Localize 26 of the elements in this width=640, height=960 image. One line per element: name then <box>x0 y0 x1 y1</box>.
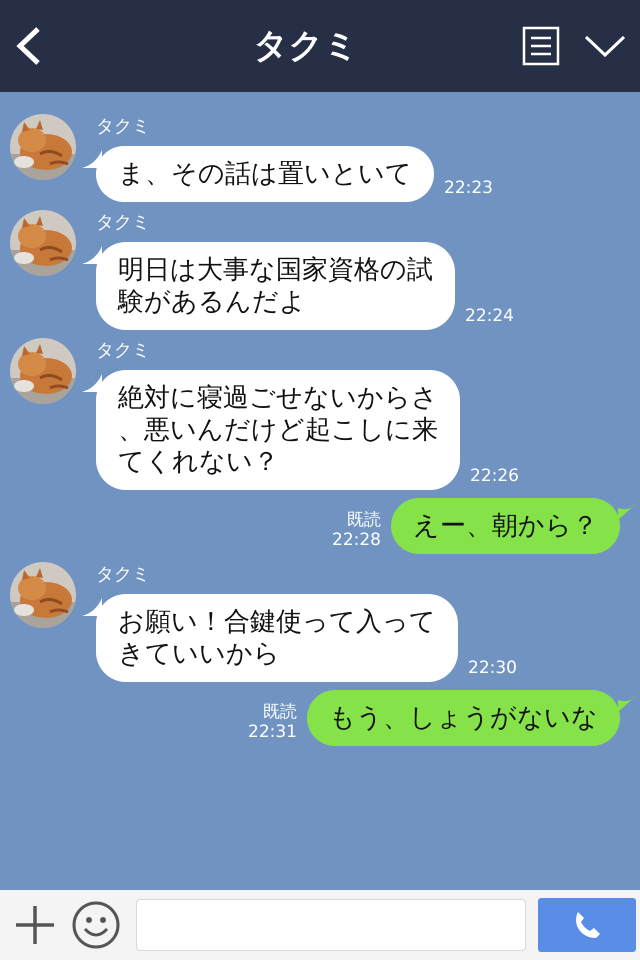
menu-icon[interactable] <box>522 26 560 66</box>
message-bubble: 絶対に寝過ごせないからさ 、悪いんだけど起こしに来 てくれない？ <box>96 370 460 490</box>
message-bubble: もう、しょうがないな <box>307 690 620 746</box>
message-bubble: 明日は大事な国家資格の試 験があるんだよ <box>96 242 455 330</box>
read-receipt: 既読 <box>263 702 297 722</box>
chevron-down-icon[interactable] <box>584 34 626 58</box>
sender-name: タクミ <box>96 340 151 362</box>
chat-title: タクミ <box>254 24 358 68</box>
message-time: 22:23 <box>444 178 493 198</box>
message-time: 22:31 <box>248 722 297 742</box>
emoji-icon[interactable] <box>72 901 120 949</box>
message-bubble: えー、朝から？ <box>391 498 620 554</box>
message-bubble: お願い！合鍵使って入って きていいから <box>96 594 458 682</box>
sender-name: タクミ <box>96 116 151 138</box>
message-time: 22:26 <box>470 466 519 486</box>
message-time: 22:30 <box>468 658 517 678</box>
message-time: 22:24 <box>465 306 514 326</box>
back-icon[interactable] <box>14 26 42 66</box>
read-receipt: 既読 <box>347 510 381 530</box>
message-bubble: ま、その話は置いといて <box>96 146 434 202</box>
message-time: 22:28 <box>332 530 381 550</box>
sender-name: タクミ <box>96 564 151 586</box>
message-input[interactable] <box>136 899 526 951</box>
plus-icon[interactable] <box>14 904 56 946</box>
call-button[interactable] <box>538 898 636 952</box>
sender-name: タクミ <box>96 212 151 234</box>
